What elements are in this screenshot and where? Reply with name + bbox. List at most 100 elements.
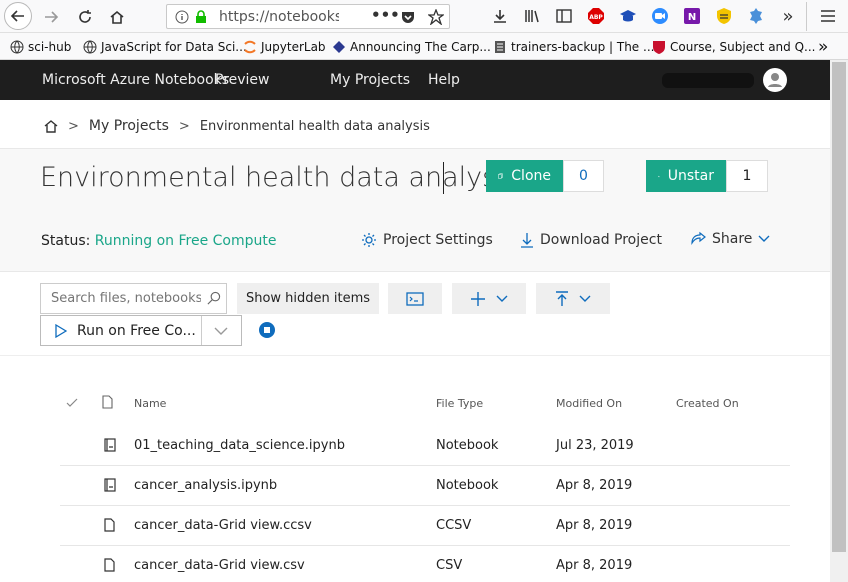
terminal-button[interactable] (388, 283, 442, 314)
graduation-cap-icon[interactable] (618, 6, 638, 26)
copy-icon (498, 173, 503, 179)
file-type-header-icon (102, 395, 113, 409)
overflow-chevron-icon[interactable]: » (778, 6, 798, 27)
bookmark-trainers-backup[interactable]: trainers-backup | The ... (493, 38, 654, 55)
file-type: Notebook (436, 478, 499, 493)
preview-label: Preview (215, 72, 270, 88)
column-header-created[interactable]: Created On (676, 397, 739, 410)
table-row[interactable]: cancer_data-Grid view.ccsv CCSV Apr 8, 2… (60, 506, 790, 546)
forward-button[interactable] (38, 4, 64, 30)
file-type: CCSV (436, 518, 472, 533)
hamburger-menu-icon[interactable] (818, 6, 838, 26)
info-icon (175, 10, 189, 24)
upload-button[interactable] (536, 283, 610, 314)
bookmark-javascript[interactable]: JavaScript for Data Sci... (83, 38, 247, 55)
chevron-down-icon (579, 295, 591, 302)
reload-icon (79, 10, 91, 23)
nav-my-projects[interactable]: My Projects (330, 72, 410, 88)
toolbar-divider (806, 2, 807, 31)
download-icon[interactable] (490, 6, 510, 26)
chevron-down-icon[interactable] (214, 327, 228, 335)
notebook-icon (104, 478, 116, 492)
search-box (40, 283, 227, 314)
adblock-icon[interactable]: ABP (586, 6, 606, 26)
column-header-type[interactable]: File Type (436, 397, 483, 410)
file-name[interactable]: cancer_analysis.ipynb (134, 478, 277, 493)
table-row[interactable]: cancer_data-Grid view.csv CSV Apr 8, 201… (60, 546, 790, 582)
show-hidden-items-button[interactable]: Show hidden items (237, 283, 379, 314)
crest-icon (653, 40, 665, 54)
terminal-icon (406, 291, 424, 306)
zoom-icon[interactable] (650, 6, 670, 26)
breadcrumb-my-projects[interactable]: My Projects (89, 118, 169, 134)
table-row[interactable]: cancer_analysis.ipynb Notebook Apr 8, 20… (60, 466, 790, 506)
upload-icon (556, 290, 568, 306)
file-modified: Apr 8, 2019 (556, 518, 633, 533)
bookmark-star-icon[interactable] (428, 9, 444, 25)
url-bar[interactable]: https://notebooks.a ••• (166, 4, 450, 29)
bookmarks-overflow-icon[interactable]: » (818, 37, 828, 57)
column-header-modified[interactable]: Modified On (556, 397, 622, 410)
unstar-button[interactable]: Unstar (646, 160, 726, 192)
user-icon (768, 73, 782, 87)
file-icon (104, 518, 115, 532)
star-icon (658, 175, 660, 177)
home-icon[interactable] (44, 119, 58, 133)
breadcrumb-current: Environmental health data analysis (199, 118, 430, 134)
breadcrumb: > My Projects > Environmental health dat… (44, 118, 430, 134)
column-header-name[interactable]: Name (134, 397, 166, 410)
bookmark-sci-hub[interactable]: sci-hub (10, 38, 71, 55)
file-modified: Apr 8, 2019 (556, 558, 633, 573)
notebook-icon (104, 438, 116, 452)
run-button[interactable]: Run on Free Co... (40, 315, 242, 346)
clone-button[interactable]: Clone (486, 160, 563, 192)
table-row[interactable]: 01_teaching_data_science.ipynb Notebook … (60, 426, 790, 466)
reload-button[interactable] (72, 4, 98, 30)
file-modified: Jul 23, 2019 (556, 438, 634, 453)
browser-toolbar: https://notebooks.a ••• ABP N » (0, 0, 848, 33)
play-icon (55, 323, 67, 338)
file-name[interactable]: 01_teaching_data_science.ipynb (134, 438, 345, 453)
file-name[interactable]: cancer_data-Grid view.csv (134, 558, 305, 573)
more-icon[interactable]: ••• (371, 6, 400, 24)
share-button[interactable]: Share (690, 231, 770, 247)
bookmark-carpentries[interactable]: Announcing The Carp... (332, 38, 491, 55)
brand-link[interactable]: Microsoft Azure Notebooks (42, 72, 229, 88)
nav-help[interactable]: Help (428, 72, 460, 88)
text-cursor (443, 162, 444, 194)
page-title[interactable]: Environmental health data analysis (40, 162, 518, 193)
file-modified: Apr 8, 2019 (556, 478, 633, 493)
home-button[interactable] (104, 4, 130, 30)
new-item-button[interactable] (452, 283, 526, 314)
svg-text:N: N (688, 12, 696, 23)
stop-icon (264, 327, 270, 333)
breadcrumb-separator-icon: > (178, 118, 190, 134)
jupyter-icon (244, 40, 256, 53)
library-icon[interactable] (522, 6, 542, 26)
pocket-icon[interactable] (401, 10, 415, 24)
star-count: 1 (726, 160, 768, 192)
shield-extension-icon[interactable] (714, 6, 734, 26)
avatar[interactable] (763, 68, 787, 92)
user-name-redacted[interactable] (662, 73, 754, 88)
sidebar-icon[interactable] (554, 6, 574, 26)
search-input[interactable] (41, 284, 201, 313)
bookmark-course-subject[interactable]: Course, Subject and Q... (652, 38, 815, 55)
status-row: Status: Running on Free Compute (41, 233, 277, 249)
back-button[interactable] (4, 2, 32, 30)
onenote-icon[interactable]: N (682, 6, 702, 26)
url-text: https://notebooks.a (219, 9, 339, 25)
puzzle-extension-icon[interactable] (746, 6, 766, 26)
scrollbar-thumb[interactable] (832, 62, 846, 552)
file-name[interactable]: cancer_data-Grid view.ccsv (134, 518, 312, 533)
download-project-button[interactable]: Download Project (520, 232, 662, 248)
select-all-check-icon[interactable] (66, 398, 78, 408)
arrow-right-icon (45, 11, 59, 23)
search-icon[interactable] (206, 291, 221, 306)
document-icon (495, 40, 505, 53)
carpentries-icon (333, 40, 345, 53)
stop-button[interactable] (259, 322, 275, 338)
project-settings-button[interactable]: Project Settings (361, 232, 493, 248)
svg-text:ABP: ABP (589, 14, 603, 21)
bookmark-jupyterlab[interactable]: JupyterLab (243, 38, 326, 55)
